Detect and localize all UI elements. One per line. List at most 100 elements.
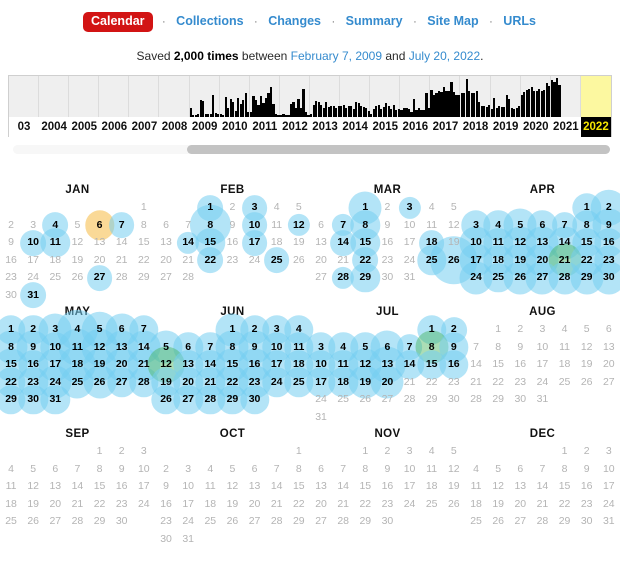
calendar-day-with-captures[interactable]: 14 bbox=[394, 350, 425, 380]
day-number[interactable]: 24 bbox=[266, 374, 288, 392]
day-number[interactable]: 23 bbox=[244, 374, 266, 392]
calendar-day-with-captures[interactable]: 15 bbox=[195, 228, 226, 258]
calendar-day-with-captures[interactable]: 4 bbox=[57, 309, 98, 350]
day-number[interactable]: 12 bbox=[354, 356, 376, 374]
timeline-scrollbar-thumb[interactable] bbox=[187, 145, 610, 154]
timeline-bar-chart[interactable] bbox=[9, 76, 611, 117]
day-number[interactable]: 17 bbox=[266, 356, 288, 374]
day-number[interactable]: 1 bbox=[0, 321, 22, 339]
day-number[interactable]: 10 bbox=[266, 339, 288, 357]
day-number[interactable]: 4 bbox=[44, 217, 66, 235]
day-number[interactable]: 7 bbox=[399, 339, 421, 357]
calendar-day-with-captures[interactable]: 11 bbox=[59, 328, 96, 366]
day-number[interactable]: 8 bbox=[221, 339, 243, 357]
calendar-day-with-captures[interactable]: 7 bbox=[396, 334, 423, 361]
calendar-day-with-captures[interactable]: 7 bbox=[195, 332, 226, 362]
calendar-day-with-captures[interactable]: 20 bbox=[105, 348, 139, 382]
calendar-day-with-captures[interactable]: 14 bbox=[548, 226, 582, 260]
calendar-day-with-captures[interactable]: 5 bbox=[350, 332, 381, 362]
day-number[interactable]: 9 bbox=[22, 339, 44, 357]
timeline-year-label[interactable]: 2019 bbox=[491, 117, 521, 137]
day-number[interactable]: 1 bbox=[221, 321, 243, 339]
calendar-day-with-captures[interactable]: 9 bbox=[16, 330, 50, 364]
calendar-day-with-captures[interactable]: 18 bbox=[328, 367, 358, 397]
day-number[interactable]: 24 bbox=[44, 374, 66, 392]
calendar-day-with-captures[interactable]: 18 bbox=[284, 350, 314, 380]
day-number[interactable]: 5 bbox=[155, 339, 177, 357]
calendar-day-with-captures[interactable]: 12 bbox=[147, 346, 185, 384]
calendar-day-with-captures[interactable]: 15 bbox=[350, 228, 381, 258]
calendar-day-with-captures[interactable]: 17 bbox=[261, 350, 292, 380]
day-number[interactable]: 16 bbox=[244, 356, 266, 374]
calendar-day-with-captures[interactable]: 22 bbox=[570, 243, 604, 277]
calendar-day-with-captures[interactable]: 1 bbox=[571, 193, 602, 223]
day-number[interactable]: 29 bbox=[354, 269, 376, 287]
calendar-day-with-captures[interactable]: 17 bbox=[241, 229, 268, 256]
nav-item-site-map[interactable]: Site Map bbox=[426, 14, 479, 28]
calendar-day-with-captures[interactable]: 12 bbox=[287, 214, 310, 237]
calendar-day-with-captures[interactable]: 2 bbox=[440, 316, 467, 343]
day-number[interactable]: 13 bbox=[111, 339, 133, 357]
timeline-year-label[interactable]: 2015 bbox=[370, 117, 400, 137]
day-number[interactable]: 12 bbox=[155, 356, 177, 374]
day-number[interactable]: 30 bbox=[244, 391, 266, 409]
day-number[interactable]: 23 bbox=[598, 252, 620, 270]
day-number[interactable]: 7 bbox=[199, 339, 221, 357]
day-number[interactable]: 8 bbox=[576, 217, 598, 235]
day-number[interactable]: 16 bbox=[598, 234, 620, 252]
day-number[interactable]: 20 bbox=[376, 374, 398, 392]
calendar-day-with-captures[interactable]: 25 bbox=[263, 247, 290, 274]
day-number[interactable]: 7 bbox=[133, 321, 155, 339]
day-number[interactable]: 8 bbox=[354, 217, 376, 235]
day-number[interactable]: 2 bbox=[443, 321, 465, 339]
day-number[interactable]: 28 bbox=[554, 269, 576, 287]
timeline-year-cell[interactable] bbox=[190, 76, 220, 117]
day-number[interactable]: 9 bbox=[443, 339, 465, 357]
day-number[interactable]: 4 bbox=[66, 321, 88, 339]
calendar-day-with-captures[interactable]: 30 bbox=[592, 261, 620, 295]
calendar-day-with-captures[interactable]: 15 bbox=[0, 348, 28, 382]
day-number[interactable]: 10 bbox=[244, 217, 266, 235]
day-number[interactable]: 27 bbox=[89, 269, 111, 287]
day-number[interactable]: 29 bbox=[221, 391, 243, 409]
timeline-year-label[interactable]: 2009 bbox=[190, 117, 220, 137]
day-number[interactable]: 19 bbox=[155, 374, 177, 392]
nav-item-changes[interactable]: Changes bbox=[267, 14, 322, 28]
timeline-year-label[interactable]: 2005 bbox=[69, 117, 99, 137]
day-number[interactable]: 15 bbox=[0, 356, 22, 374]
day-number[interactable]: 22 bbox=[199, 252, 221, 270]
calendar-day-with-captures[interactable]: 4 bbox=[42, 212, 69, 239]
day-number[interactable]: 5 bbox=[89, 321, 111, 339]
calendar-day-with-captures[interactable]: 22 bbox=[352, 247, 379, 274]
day-number[interactable]: 27 bbox=[177, 391, 199, 409]
timeline-year-label[interactable]: 2016 bbox=[400, 117, 430, 137]
calendar-day-with-captures[interactable]: 16 bbox=[439, 350, 469, 380]
day-number[interactable]: 5 bbox=[354, 339, 376, 357]
day-number[interactable]: 29 bbox=[0, 391, 22, 409]
day-number[interactable]: 26 bbox=[89, 374, 111, 392]
calendar-day-with-captures[interactable]: 1 bbox=[416, 315, 447, 345]
calendar-day-with-captures[interactable]: 9 bbox=[238, 330, 272, 364]
calendar-day-with-captures[interactable]: 24 bbox=[261, 367, 292, 397]
day-number[interactable]: 3 bbox=[266, 321, 288, 339]
calendar-day-with-captures[interactable]: 19 bbox=[151, 367, 181, 397]
day-number[interactable]: 1 bbox=[354, 199, 376, 217]
calendar-day-with-captures[interactable]: 29 bbox=[217, 385, 248, 415]
day-number[interactable]: 20 bbox=[177, 374, 199, 392]
day-number[interactable]: 6 bbox=[177, 339, 199, 357]
calendar-day-with-captures[interactable]: 5 bbox=[149, 330, 183, 364]
calendar-day-with-captures[interactable]: 26 bbox=[83, 365, 117, 399]
timeline-year-label[interactable]: 2011 bbox=[250, 117, 280, 137]
timeline-scrollbar-track[interactable] bbox=[13, 145, 610, 154]
timeline-year-label[interactable]: 2014 bbox=[340, 117, 370, 137]
day-number[interactable]: 8 bbox=[0, 339, 22, 357]
timeline-year-labels[interactable]: 03 2004 2005 2006 2007 2008 2009 2010 2011 2012 20… bbox=[9, 117, 611, 137]
calendar-day-with-captures[interactable]: 8 bbox=[350, 210, 381, 240]
calendar-day-with-captures[interactable]: 11 bbox=[483, 228, 513, 258]
day-number[interactable]: 14 bbox=[177, 234, 199, 252]
day-number[interactable]: 6 bbox=[89, 217, 111, 235]
calendar-day-with-captures[interactable]: 13 bbox=[369, 346, 406, 384]
calendar-day-with-captures[interactable]: 12 bbox=[348, 348, 382, 382]
calendar-day-with-captures[interactable]: 3 bbox=[398, 196, 421, 219]
nav-item-calendar[interactable]: Calendar bbox=[83, 12, 153, 33]
